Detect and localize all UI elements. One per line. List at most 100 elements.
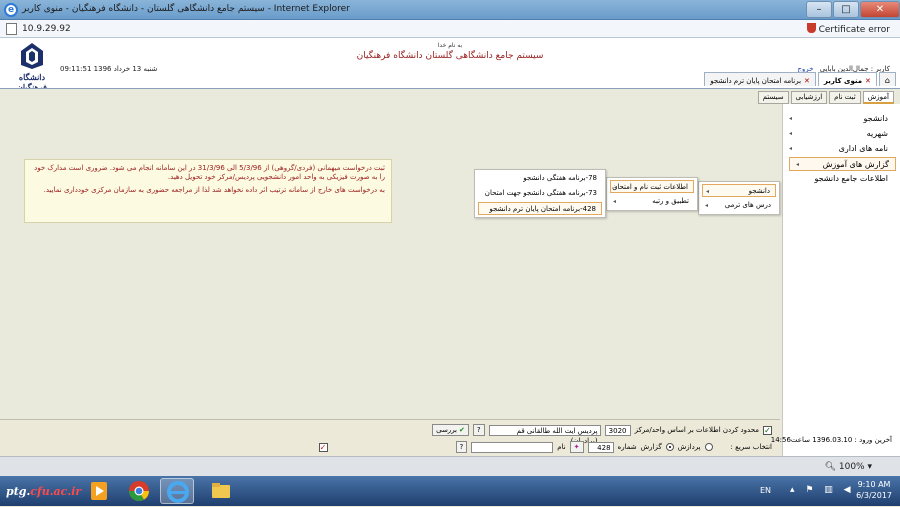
limit-checkbox[interactable]: ✓ [763,425,772,435]
sidebar-item-label: نامه های اداری [838,144,888,153]
report-label: گزارش [640,443,662,451]
unit-name-input[interactable]: پردیس ایت الله طالقانی قم (برادران) [488,424,601,445]
home-icon: ⌂ [884,76,890,85]
chevron-left-icon: ◂ [706,188,710,195]
menu-item-registration-exam-info[interactable]: اطلاعات ثبت نام و امتحان ◂ [610,180,694,193]
start-text-accent: cfu.ac.ir [30,485,82,498]
process-radio[interactable] [704,443,713,451]
menu-item-final-exam-schedule[interactable]: 428-برنامه امتحان پایان ترم دانشجو [478,202,602,215]
menu-item-label: دانشجو [748,187,770,195]
zoom-level: 100% [838,462,865,472]
tab-registration[interactable]: ثبت نام [829,91,861,104]
search-button[interactable]: ✦ [569,441,584,453]
maximize-button[interactable]: □ [833,1,859,18]
file-explorer-icon[interactable] [204,478,238,504]
filter-row: ✓ محدود کردن اطلاعات بر اساس واحد/مرکز 3… [432,423,772,445]
check-button[interactable]: ✔ بررسی [432,424,469,436]
number-input[interactable]: 428 [587,441,614,453]
sidebar-item-tuition[interactable]: شهریه ◂ [783,127,900,141]
chevron-left-icon: ◂ [613,198,617,205]
tab-label: منوی کاربر [823,76,863,85]
help-button[interactable]: ? [472,424,485,436]
chevron-left-icon: ◂ [614,184,618,191]
last-login-text: آخرین ورود : 1396.03.10 ساعت14:56 [770,436,892,444]
close-icon[interactable]: ✕ [804,77,810,85]
tab-user-menu[interactable]: ✕ منوی کاربر [817,72,877,86]
taskbar: ptg.cfu.ac.ir EN ▴ ⚑ ▥ ◀ 9:10 AM 6/3/201… [0,476,900,506]
name-label: نام [557,443,566,451]
tab-evaluation[interactable]: ارزشیابی [790,91,828,104]
close-button[interactable]: ✕ [860,1,900,18]
process-label: پردازش [677,443,701,451]
sidebar-item-letters[interactable]: نامه های اداری ◂ [783,142,900,156]
tab-system[interactable]: سیستم [757,91,789,104]
name-input[interactable] [471,441,554,453]
sidebar-item-label: گزارش های آموزش [822,160,889,169]
tab-home[interactable]: ⌂ [878,72,896,86]
clock[interactable]: 9:10 AM 6/3/2017 [856,479,892,501]
sidebar-item-student-info[interactable]: اطلاعات جامع دانشجو [783,172,900,186]
status-bar: 🔍︎ 100% ▾ [0,456,900,476]
sidebar-item-label: دانشجو [863,114,888,123]
close-icon[interactable]: ✕ [865,77,871,85]
internet-explorer-taskbar-icon[interactable] [160,478,194,504]
sidebar-item-education-reports[interactable]: گزارش های آموزش ◂ [789,157,896,171]
menu-item-term-courses[interactable]: درس های ترمی ◂ [702,199,776,212]
chevron-left-icon: ◂ [789,115,793,122]
window-title: سیستم جامع دانشگاهی گلستان - دانشگاه فره… [22,4,350,14]
report-radio[interactable] [665,443,674,451]
web-page: دانشگاه فرهنگیان به نام خدا سیستم جامع د… [0,38,900,456]
announcement-text: ثبت درخواست میهمانی (فردی/گروهی) از 5/3/… [34,164,385,181]
url-field[interactable]: 10.9.29.92 [22,24,71,34]
certificate-error-button[interactable]: Certificate error [806,23,890,35]
shield-icon [806,23,816,33]
page-tabs: ⌂ ✕ منوی کاربر ✕ برنامه امتحان پایان ترم د… [704,72,896,86]
chevron-left-icon: ◂ [796,161,800,168]
address-bar: 10.9.29.92 Certificate error [0,20,900,38]
limit-label: محدود کردن اطلاعات بر اساس واحد/مرکز [634,426,759,434]
submenu-level-1: دانشجو ◂ درس های ترمی ◂ [698,181,780,215]
module-tabs: آموزش ثبت نام ارزشیابی سیستم [757,91,894,104]
checkmark-icon: ✔ [459,425,465,434]
announcement-box: ثبت درخواست میهمانی (فردی/گروهی) از 5/3/… [24,159,392,223]
sidebar-menu: دانشجو ◂ شهریه ◂ نامه های اداری ◂ گزارش های… [782,104,900,456]
language-indicator[interactable]: EN [760,486,771,495]
tab-label: برنامه امتحان پایان ترم دانشجو [710,76,802,85]
menu-item-student[interactable]: دانشجو ◂ [702,184,776,197]
start-text: ptg. [6,485,31,498]
content-frame: آموزش ثبت نام ارزشیابی سیستم دانشجو ◂ شهر… [0,88,900,456]
date-time: 09:11:51 شنبه 13 خرداد 1396 [60,65,158,73]
clock-time: 9:10 AM [857,480,891,489]
sidebar-item-label: اطلاعات جامع دانشجو [814,174,888,183]
menu-item-matching-rank[interactable]: تطبیق و رتبه ◂ [610,195,694,208]
sidebar-item-student[interactable]: دانشجو ◂ [783,112,900,126]
minimize-button[interactable]: – [806,1,832,18]
zoom-icon: 🔍︎ [824,462,836,472]
menu-item-label: تطبیق و رتبه [652,197,689,205]
chevron-left-icon: ◂ [789,145,793,152]
quick-select-row: انتخاب سریع : پردازش گزارش شماره 428 ✦ ن… [318,440,772,454]
check-button-label: بررسی [436,425,457,434]
internet-explorer-icon: e [4,3,18,17]
help-button[interactable]: ? [455,441,468,453]
menu-item-label: اطلاعات ثبت نام و امتحان [612,183,688,191]
unit-code-input[interactable]: 3020 [604,424,631,436]
start-button[interactable]: ptg.cfu.ac.ir [2,479,81,503]
tab-education[interactable]: آموزش [862,91,894,104]
sidebar-item-label: شهریه [866,129,888,138]
tab-exam-schedule[interactable]: ✕ برنامه امتحان پایان ترم دانشجو [704,72,816,86]
chevron-left-icon: ◂ [789,130,793,137]
filter-bar: ✓ محدود کردن اطلاعات بر اساس واحد/مرکز 3… [0,419,780,455]
site-header: دانشگاه فرهنگیان به نام خدا سیستم جامع د… [0,38,900,92]
quick-select-label: انتخاب سریع : [730,443,772,451]
menu-item-weekly-schedule[interactable]: 78-برنامه هفتگی دانشجو [478,172,602,185]
submenu-level-2: اطلاعات ثبت نام و امتحان ◂ تطبیق و رتبه ◂ [606,177,698,211]
bismillah-text: به نام خدا [437,42,463,49]
certificate-error-label: Certificate error [818,25,890,35]
zoom-control[interactable]: 🔍︎ 100% ▾ [825,462,872,472]
menu-item-weekly-exam-schedule[interactable]: 73-برنامه هفتگی دانشجو جهت امتحان [478,187,602,200]
confirm-checkbox[interactable]: ✓ [318,442,328,452]
system-tray-icons[interactable]: ▴ ⚑ ▥ ◀ [790,485,855,495]
chrome-icon[interactable] [122,478,156,504]
media-player-icon[interactable] [82,478,116,504]
